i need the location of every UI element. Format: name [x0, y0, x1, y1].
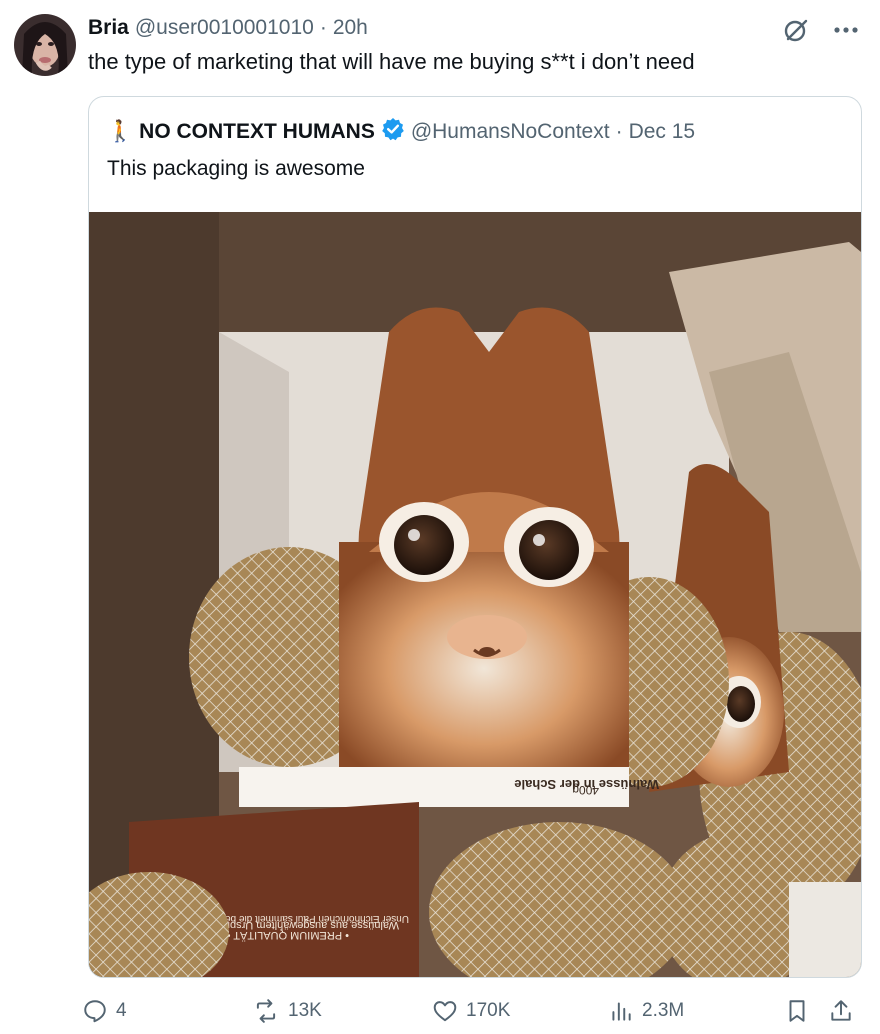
repost-count: 13K — [288, 1000, 322, 1021]
repost-icon — [256, 999, 276, 1023]
author-name[interactable]: Bria — [88, 16, 129, 40]
timestamp[interactable]: 20h — [333, 16, 368, 40]
quote-photo[interactable]: Walnüsse in der Schale 400g • PREMIUM QU… — [89, 212, 861, 977]
reply-icon — [84, 1000, 106, 1023]
reply-count: 4 — [116, 1000, 127, 1021]
share-icon — [831, 1000, 851, 1021]
tweet-text: the type of marketing that will have me … — [88, 49, 695, 74]
like-count: 170K — [466, 1000, 511, 1021]
quote-author-name[interactable]: NO CONTEXT HUMANS — [139, 120, 375, 144]
repost-button[interactable]: 13K — [252, 998, 432, 1024]
more-icon[interactable] — [830, 14, 862, 46]
grok-icon[interactable] — [780, 14, 812, 46]
author-handle[interactable]: @user0010001010 — [135, 16, 314, 40]
views-count: 2.3M — [642, 1000, 685, 1021]
reply-button[interactable]: 4 — [82, 998, 252, 1024]
tweet-top-icons — [780, 14, 862, 46]
avatar[interactable] — [14, 14, 76, 76]
quote-header: 🚶 NO CONTEXT HUMANS @HumansNoContext · D… — [107, 117, 695, 147]
views-button[interactable]: 2.3M — [608, 998, 784, 1024]
bookmark-button[interactable] — [784, 998, 828, 1024]
photo-label-weight: 400g — [572, 783, 599, 797]
verified-icon — [381, 117, 405, 147]
quote-emoji: 🚶 — [107, 120, 134, 143]
tweet-header: Bria @user0010001010 · 20h — [88, 16, 770, 44]
action-bar: 4 13K 170K 2.3M — [82, 994, 866, 1028]
views-icon — [612, 1002, 631, 1021]
quote-handle[interactable]: @HumansNoContext — [411, 120, 610, 144]
quote-text: This packaging is awesome — [107, 157, 365, 180]
share-button[interactable] — [828, 998, 862, 1024]
heart-icon — [433, 1001, 457, 1022]
quoted-tweet[interactable]: 🚶 NO CONTEXT HUMANS @HumansNoContext · D… — [88, 96, 862, 978]
quote-date[interactable]: Dec 15 — [629, 120, 696, 144]
bookmark-icon — [789, 1000, 805, 1022]
quote-separator: · — [615, 120, 623, 143]
separator: · — [319, 16, 327, 39]
like-button[interactable]: 170K — [432, 998, 608, 1024]
